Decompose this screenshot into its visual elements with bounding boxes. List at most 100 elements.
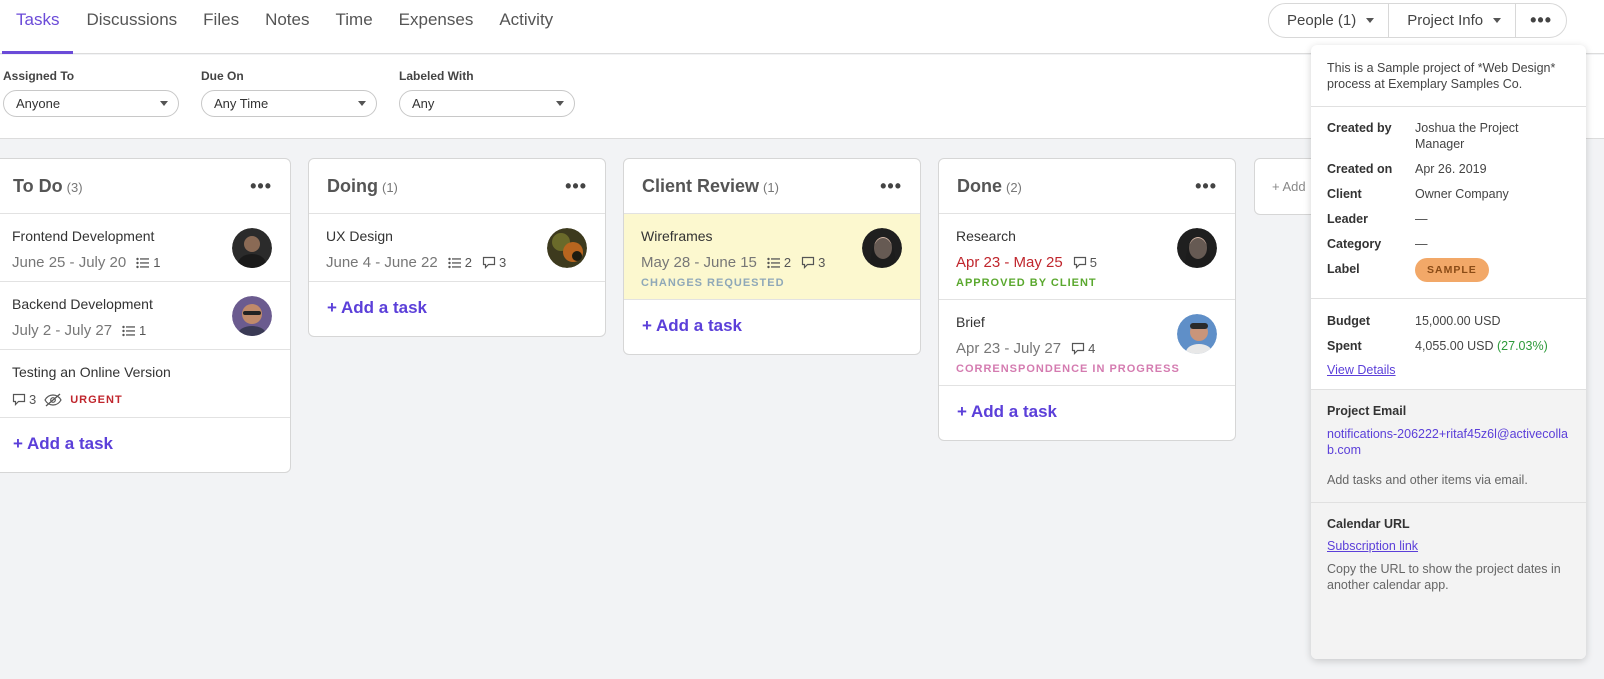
column-count: (1) bbox=[382, 179, 398, 195]
add-task-button[interactable]: + Add a task bbox=[939, 386, 1235, 440]
spent-value: 4,055.00 USD bbox=[1415, 339, 1494, 353]
filter-due-on: Due On Any Time bbox=[201, 69, 377, 117]
detail-row: Category — bbox=[1327, 236, 1570, 252]
column-title: Doing (1) bbox=[327, 176, 398, 197]
add-task-button[interactable]: + Add a task bbox=[0, 418, 290, 472]
subtasks-count: 2 bbox=[448, 255, 472, 270]
avatar-image bbox=[1177, 228, 1217, 268]
tab-activity[interactable]: Activity bbox=[486, 0, 566, 54]
task-card[interactable]: Brief Apr 23 - July 27 4 CORRENSPONDENCE… bbox=[939, 300, 1235, 386]
sample-label-badge: SAMPLE bbox=[1415, 258, 1489, 282]
detail-value: Joshua the Project Manager bbox=[1415, 121, 1519, 151]
budget-section: Budget 15,000.00 USD Spent 4,055.00 USD … bbox=[1311, 299, 1586, 390]
column-options-button[interactable]: ••• bbox=[565, 176, 587, 197]
filter-label: Labeled With bbox=[399, 69, 474, 83]
avatar bbox=[232, 228, 272, 268]
task-name: Testing an Online Version bbox=[12, 364, 171, 380]
detail-row: Leader — bbox=[1327, 211, 1570, 227]
column-count: (1) bbox=[763, 179, 779, 195]
comments-count: 3 bbox=[801, 255, 825, 270]
comment-icon bbox=[1071, 342, 1085, 355]
task-date: June 25 - July 20 bbox=[12, 254, 127, 271]
project-email-address[interactable]: notifications-206222+ritaf45z6l@activeco… bbox=[1327, 426, 1570, 458]
subscription-link[interactable]: Subscription link bbox=[1327, 539, 1570, 553]
task-card[interactable]: Research Apr 23 - May 25 5 APPROVED BY C… bbox=[939, 214, 1235, 300]
labeled-with-select[interactable]: Any bbox=[399, 90, 575, 117]
tab-discussions[interactable]: Discussions bbox=[73, 0, 190, 54]
column-count: (3) bbox=[66, 179, 83, 195]
task-card[interactable]: Backend Development July 2 - July 27 1 bbox=[0, 282, 290, 350]
list-icon bbox=[767, 257, 780, 268]
comments-number: 3 bbox=[818, 255, 826, 270]
column-title-text: Doing bbox=[327, 175, 378, 196]
detail-key: Label bbox=[1327, 262, 1360, 276]
calendar-section: Calendar URL Subscription link Copy the … bbox=[1311, 503, 1586, 659]
detail-row: Spent 4,055.00 USD (27.03%) bbox=[1327, 338, 1570, 354]
subtasks-count: 1 bbox=[136, 255, 160, 270]
avatar bbox=[232, 296, 272, 336]
column-options-button[interactable]: ••• bbox=[250, 176, 272, 197]
column-doing: Doing (1) ••• UX Design June 4 - June 22 … bbox=[308, 158, 606, 337]
section-heading: Project Email bbox=[1327, 404, 1407, 418]
email-note: Add tasks and other items via email. bbox=[1327, 473, 1528, 487]
column-title-text: Client Review bbox=[642, 175, 760, 196]
project-tabs: Tasks Discussions Files Notes Time Expen… bbox=[0, 0, 566, 54]
task-date: May 28 - June 15 bbox=[641, 254, 757, 271]
add-task-button[interactable]: + Add a task bbox=[309, 282, 605, 336]
filter-label: Due On bbox=[201, 69, 244, 83]
task-card[interactable]: Testing an Online Version 3 URGENT bbox=[0, 350, 290, 418]
due-on-select[interactable]: Any Time bbox=[201, 90, 377, 117]
column-header: Done (2) ••• bbox=[939, 159, 1235, 214]
select-value: Any bbox=[412, 96, 435, 111]
tab-expenses[interactable]: Expenses bbox=[386, 0, 487, 54]
select-value: Anyone bbox=[16, 96, 61, 111]
subtasks-count: 2 bbox=[767, 255, 791, 270]
comments-count: 5 bbox=[1073, 255, 1097, 270]
column-options-button[interactable]: ••• bbox=[1195, 176, 1217, 197]
budget-value: 15,000.00 USD bbox=[1415, 314, 1501, 328]
project-description: This is a Sample project of *Web Design*… bbox=[1311, 45, 1586, 107]
add-task-button[interactable]: + Add a task bbox=[624, 300, 920, 354]
column-header: Doing (1) ••• bbox=[309, 159, 605, 214]
tab-time[interactable]: Time bbox=[323, 0, 386, 54]
comments-number: 5 bbox=[1089, 255, 1097, 270]
tab-tasks[interactable]: Tasks bbox=[0, 0, 74, 54]
header-button-group: People (1) Project Info ••• bbox=[1268, 3, 1567, 38]
avatar-image bbox=[547, 228, 587, 268]
detail-key: Created by bbox=[1327, 121, 1392, 135]
task-status-label: CHANGES REQUESTED bbox=[641, 277, 785, 289]
comment-icon bbox=[12, 393, 26, 406]
detail-value: Owner Company bbox=[1415, 187, 1509, 201]
column-done: Done (2) ••• Research Apr 23 - May 25 5 A… bbox=[938, 158, 1236, 441]
hidden-eye-icon bbox=[44, 393, 62, 406]
task-card[interactable]: UX Design June 4 - June 22 2 3 bbox=[309, 214, 605, 282]
column-title: Done (2) bbox=[957, 176, 1022, 197]
assigned-to-select[interactable]: Anyone bbox=[3, 90, 179, 117]
detail-key: Category bbox=[1327, 237, 1382, 251]
detail-key: Leader bbox=[1327, 212, 1368, 226]
chevron-down-icon bbox=[358, 101, 366, 106]
task-card[interactable]: Frontend Development June 25 - July 20 1 bbox=[0, 214, 290, 282]
task-date: July 2 - July 27 bbox=[12, 322, 113, 339]
column-title-text: To Do bbox=[13, 175, 63, 196]
more-options-button[interactable]: ••• bbox=[1516, 4, 1566, 37]
column-options-button[interactable]: ••• bbox=[880, 176, 902, 197]
tab-notes[interactable]: Notes bbox=[252, 0, 322, 54]
chevron-down-icon bbox=[556, 101, 564, 106]
detail-key: Budget bbox=[1327, 314, 1371, 328]
comments-count: 3 bbox=[482, 255, 506, 270]
tab-files[interactable]: Files bbox=[190, 0, 252, 54]
project-email-section: Project Email notifications-206222+ritaf… bbox=[1311, 390, 1586, 503]
detail-value: Apr 26. 2019 bbox=[1415, 162, 1487, 176]
people-button[interactable]: People (1) bbox=[1269, 4, 1390, 37]
task-card[interactable]: Wireframes May 28 - June 15 2 3 CHANGES … bbox=[624, 214, 920, 300]
project-info-button[interactable]: Project Info bbox=[1389, 4, 1517, 37]
detail-value: — bbox=[1415, 237, 1428, 251]
view-details-link[interactable]: View Details bbox=[1327, 363, 1570, 377]
comments-number: 3 bbox=[29, 392, 37, 407]
comments-count: 4 bbox=[1071, 341, 1095, 356]
project-info-button-label: Project Info bbox=[1407, 12, 1484, 29]
people-button-label: People (1) bbox=[1287, 12, 1357, 29]
chevron-down-icon bbox=[1366, 18, 1375, 23]
task-status-label: APPROVED BY CLIENT bbox=[956, 277, 1097, 289]
